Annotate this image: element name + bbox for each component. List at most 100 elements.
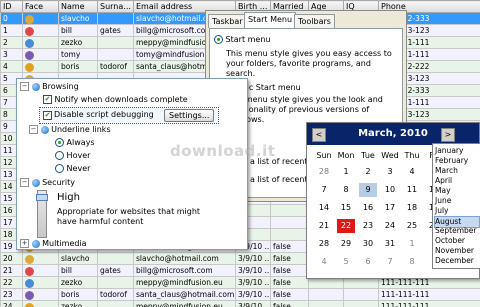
month-option[interactable]: November (435, 246, 479, 256)
table-row[interactable]: 23 boris todorof santa_claus@hotmail.com 3/9… (0, 288, 480, 301)
start-menu-radio[interactable] (214, 35, 223, 44)
table-cell[interactable] (308, 288, 344, 301)
table-cell[interactable]: 3 (0, 48, 23, 61)
table-cell[interactable]: false (270, 264, 309, 277)
month-option[interactable]: March (435, 166, 479, 176)
calendar-day[interactable]: 2 (359, 165, 377, 179)
month-option[interactable]: October (435, 236, 479, 246)
table-cell[interactable]: tomy (58, 48, 98, 61)
table-cell[interactable] (270, 228, 309, 241)
calendar-day[interactable]: 3 (381, 165, 399, 179)
tab-toolbars[interactable]: Toolbars (294, 14, 335, 28)
calendar-day[interactable]: 25 (403, 219, 421, 233)
calendar-day[interactable]: 8 (403, 255, 421, 269)
table-cell[interactable]: meppy@mindfusion.eu (133, 276, 236, 289)
calendar-day[interactable]: 7 (315, 183, 333, 197)
calendar-day[interactable]: 1 (403, 237, 421, 251)
table-cell[interactable] (22, 48, 59, 61)
calendar-day[interactable]: 23 (359, 219, 377, 233)
table-cell[interactable] (22, 288, 59, 301)
table-cell[interactable]: 0 (0, 12, 23, 25)
notify-checkbox[interactable]: ✔ (43, 95, 52, 104)
table-cell[interactable]: 20 (0, 252, 23, 265)
table-cell[interactable] (270, 204, 309, 217)
table-cell[interactable]: 22 (0, 276, 23, 289)
calendar-day[interactable]: 18 (403, 201, 421, 215)
table-cell[interactable]: false (270, 300, 309, 307)
table-cell[interactable] (97, 300, 134, 307)
hover-radio[interactable] (55, 151, 64, 160)
calendar-day[interactable]: 8 (337, 183, 355, 197)
table-cell[interactable] (22, 36, 59, 49)
collapse-icon[interactable]: − (20, 82, 29, 91)
calendar-day[interactable]: 6 (359, 255, 377, 269)
table-cell[interactable] (22, 300, 59, 307)
calendar-day[interactable]: 11 (403, 183, 421, 197)
column-header[interactable]: Name (58, 0, 98, 13)
table-cell[interactable]: boris (58, 60, 98, 73)
slider-thumb[interactable] (36, 194, 48, 201)
table-cell[interactable]: slavcho (58, 12, 98, 25)
calendar-day[interactable]: 5 (337, 255, 355, 269)
calendar-day[interactable]: 28 (315, 165, 333, 179)
month-option[interactable]: January (435, 146, 479, 156)
calendar-day[interactable]: 4 (315, 255, 333, 269)
table-cell[interactable]: gates (97, 24, 134, 37)
table-cell[interactable]: 24 (0, 300, 23, 307)
always-radio[interactable] (55, 138, 64, 147)
table-cell[interactable] (97, 276, 134, 289)
table-cell[interactable] (308, 300, 344, 307)
table-cell[interactable]: false (270, 288, 309, 301)
calendar-day[interactable]: 17 (381, 201, 399, 215)
table-cell[interactable]: bill (58, 264, 98, 277)
table-cell[interactable] (22, 24, 59, 37)
table-cell[interactable] (343, 300, 379, 307)
table-cell[interactable]: 3/9/10 ... (235, 276, 271, 289)
tree-node-underline[interactable]: − Underline links (29, 125, 111, 134)
calendar-day[interactable]: 1 (337, 165, 355, 179)
table-cell[interactable] (22, 276, 59, 289)
column-header[interactable]: Face (22, 0, 59, 13)
month-option[interactable]: April (435, 176, 479, 186)
table-cell[interactable] (22, 12, 59, 25)
table-cell[interactable]: zezko (58, 276, 98, 289)
next-month-button[interactable]: > (441, 128, 455, 142)
table-cell[interactable]: 1 (0, 24, 23, 37)
settings-button[interactable]: Settings... (164, 109, 215, 122)
table-cell[interactable]: 3/9/10 ... (235, 264, 271, 277)
calendar-day[interactable]: 31 (381, 237, 399, 251)
table-cell[interactable]: bill (58, 24, 98, 37)
month-option[interactable]: June (435, 196, 479, 206)
month-option[interactable]: May (435, 186, 479, 196)
calendar-day[interactable]: 24 (381, 219, 399, 233)
table-cell[interactable] (97, 252, 134, 265)
table-cell[interactable]: santa_claus@hotmail.com (133, 288, 236, 301)
table-cell[interactable]: boris (58, 288, 98, 301)
table-cell[interactable] (97, 48, 134, 61)
table-cell[interactable] (97, 12, 134, 25)
column-header[interactable]: ID (0, 0, 23, 13)
month-option[interactable]: July (435, 206, 479, 216)
radio-never[interactable]: Never (55, 164, 90, 173)
table-cell[interactable]: todorof (97, 288, 134, 301)
table-cell[interactable] (343, 288, 379, 301)
table-cell[interactable]: 4 (0, 60, 23, 73)
options-tree[interactable]: − Browsing ✔ Notify when downloads compl… (16, 78, 248, 250)
calendar-day[interactable]: 16 (359, 201, 377, 215)
table-cell[interactable] (22, 60, 59, 73)
table-cell[interactable]: 111-111-111 (378, 288, 480, 301)
month-option[interactable]: February (435, 156, 479, 166)
table-cell[interactable]: zezko (58, 300, 98, 307)
table-cell[interactable]: 111-111-111 (378, 300, 480, 307)
calendar-day[interactable]: 30 (359, 237, 377, 251)
disable-debug-checkbox[interactable]: ✔ (43, 111, 52, 120)
table-cell[interactable]: gates (97, 264, 134, 277)
table-cell[interactable] (22, 264, 59, 277)
table-cell[interactable]: false (270, 276, 309, 289)
tab-start-menu[interactable]: Start Menu (244, 12, 297, 28)
table-cell[interactable] (97, 36, 134, 49)
calendar-day[interactable]: 9 (359, 183, 377, 197)
calendar-day[interactable]: 22 (337, 219, 355, 233)
table-cell[interactable] (22, 252, 59, 265)
security-slider[interactable] (36, 190, 48, 238)
